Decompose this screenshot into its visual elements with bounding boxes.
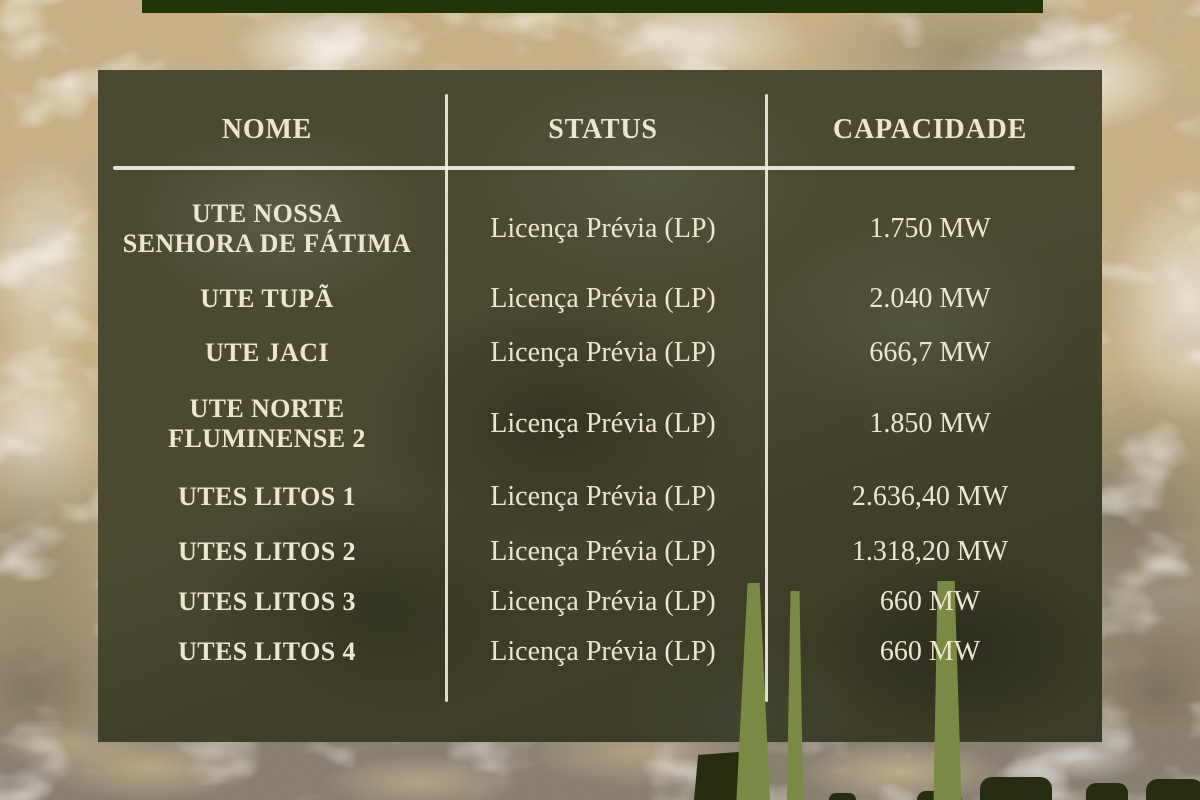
column-header-capacidade: CAPACIDADE: [785, 95, 1075, 165]
table-row: UTES LITOS 1 Licença Prévia (LP) 2.636,4…: [113, 468, 1075, 526]
plant-name-cell: UTES LITOS 2: [113, 526, 421, 578]
capacity-cell: 666,7 MW: [785, 326, 1075, 380]
table-row: UTES LITOS 4 Licença Prévia (LP) 660 MW: [113, 626, 1075, 678]
column-header-nome: NOME: [113, 95, 421, 165]
status-cell: Licença Prévia (LP): [421, 578, 785, 626]
table-row: UTES LITOS 3 Licença Prévia (LP) 660 MW: [113, 578, 1075, 626]
table-row: UTE NOSSASENHORA DE FÁTIMA Licença Prévi…: [113, 186, 1075, 272]
plant-name-line: UTES LITOS 4: [178, 637, 356, 667]
plant-name-cell: UTE NOSSASENHORA DE FÁTIMA: [113, 186, 421, 272]
infographic-canvas: NOME STATUS CAPACIDADE UTE NOSSASENHORA …: [0, 0, 1200, 800]
status-cell: Licença Prévia (LP): [421, 186, 785, 272]
capacity-cell: 1.318,20 MW: [785, 526, 1075, 578]
plant-name-cell: UTES LITOS 3: [113, 578, 421, 626]
status-cell: Licença Prévia (LP): [421, 468, 785, 526]
table-body: UTE NOSSASENHORA DE FÁTIMA Licença Prévi…: [113, 170, 1075, 678]
plant-name-line: UTE JACI: [205, 338, 329, 368]
plant-name-cell: UTE NORTEFLUMINENSE 2: [113, 380, 421, 468]
plant-name-line: UTES LITOS 1: [178, 482, 356, 512]
table-header-row: NOME STATUS CAPACIDADE: [113, 95, 1075, 165]
status-cell: Licença Prévia (LP): [421, 272, 785, 326]
plant-name-cell: UTES LITOS 1: [113, 468, 421, 526]
capacity-cell: 1.850 MW: [785, 380, 1075, 468]
plant-name-cell: UTE JACI: [113, 326, 421, 380]
capacity-cell: 1.750 MW: [785, 186, 1075, 272]
status-cell: Licença Prévia (LP): [421, 326, 785, 380]
plant-name-line: UTE TUPÃ: [200, 284, 333, 314]
plant-name-line: FLUMINENSE 2: [168, 424, 366, 454]
plant-name-cell: UTES LITOS 4: [113, 626, 421, 678]
plant-name-line: UTE NORTE: [189, 394, 344, 424]
table-row: UTE TUPÃ Licença Prévia (LP) 2.040 MW: [113, 272, 1075, 326]
table-row: UTES LITOS 2 Licença Prévia (LP) 1.318,2…: [113, 526, 1075, 578]
status-cell: Licença Prévia (LP): [421, 526, 785, 578]
column-header-status: STATUS: [421, 95, 785, 165]
plants-table: NOME STATUS CAPACIDADE UTE NOSSASENHORA …: [98, 70, 1102, 742]
table-row: UTE JACI Licença Prévia (LP) 666,7 MW: [113, 326, 1075, 380]
table-row: UTE NORTEFLUMINENSE 2 Licença Prévia (LP…: [113, 380, 1075, 468]
capacity-cell: 660 MW: [785, 626, 1075, 678]
status-cell: Licença Prévia (LP): [421, 626, 785, 678]
plant-name-line: UTES LITOS 3: [178, 587, 356, 617]
plant-name-cell: UTE TUPÃ: [113, 272, 421, 326]
capacity-cell: 2.636,40 MW: [785, 468, 1075, 526]
capacity-cell: 660 MW: [785, 578, 1075, 626]
plant-name-line: UTE NOSSA: [192, 199, 342, 229]
top-accent-bar: [142, 0, 1043, 13]
plant-name-line: UTES LITOS 2: [178, 537, 356, 567]
capacity-cell: 2.040 MW: [785, 272, 1075, 326]
plant-name-line: SENHORA DE FÁTIMA: [123, 229, 412, 259]
status-cell: Licença Prévia (LP): [421, 380, 785, 468]
